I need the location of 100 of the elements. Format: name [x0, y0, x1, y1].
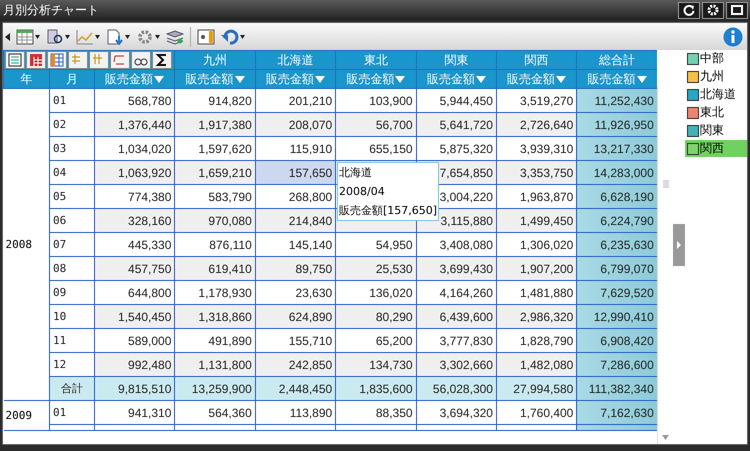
- table-cell: 328,160: [94, 208, 175, 232]
- table-cell: 1,178,930: [174, 280, 256, 304]
- settings-button[interactable]: [702, 2, 724, 18]
- table-cell: 992,480: [94, 352, 175, 376]
- year-label: 2008: [6, 238, 32, 251]
- month-label: 合計: [50, 376, 94, 400]
- table-cell: 113,890: [255, 400, 336, 424]
- table-icon: [16, 28, 34, 44]
- database-search-icon: [46, 28, 64, 44]
- table-cell: 56,700: [336, 112, 416, 136]
- table-cell: 568,780: [94, 88, 175, 112]
- table-cell: 1,131,800: [174, 352, 256, 376]
- table-cell: 9,815,510: [94, 376, 175, 400]
- table-cell: 80,290: [336, 304, 416, 328]
- table-cell: 111,382,340: [576, 376, 657, 400]
- table-cell: 1,481,880: [496, 280, 577, 304]
- table-cell: 491,890: [174, 328, 256, 352]
- table-cell: 914,820: [174, 88, 256, 112]
- table-cell: 54,950: [336, 232, 416, 256]
- legend-item[interactable]: 中部: [685, 50, 747, 67]
- table-cell: 89,750: [255, 256, 336, 280]
- table-cell: 1,318,860: [174, 304, 256, 328]
- gear-icon: [136, 28, 154, 44]
- table-cell: 970,080: [174, 208, 256, 232]
- legend-item[interactable]: 関西: [685, 140, 747, 157]
- table-cell: 1,063,920: [94, 160, 175, 184]
- column-header: 総合計: [576, 50, 657, 70]
- table-cell: 7,629,520: [576, 280, 657, 304]
- column-header: 東北: [336, 50, 416, 70]
- legend-label: 東北: [700, 104, 724, 121]
- table-cell: 214,840: [255, 208, 336, 232]
- table-cell: 242,850: [255, 352, 336, 376]
- measure-dropdown[interactable]: 販売金額: [94, 70, 175, 88]
- table-cell: 3,302,660: [416, 352, 496, 376]
- table-cell: 6,908,420: [576, 328, 657, 352]
- gauge-icon: [197, 28, 215, 44]
- undo-icon: [221, 28, 239, 44]
- table-cell: 5,944,450: [416, 88, 496, 112]
- measure-dropdown[interactable]: 販売金額: [336, 70, 416, 88]
- left-triangle-icon: [5, 32, 10, 40]
- table-cell: 3,353,750: [496, 160, 577, 184]
- grid-tool-button[interactable]: [152, 51, 172, 69]
- legend-item[interactable]: 九州: [685, 68, 747, 85]
- month-label: 02: [50, 112, 94, 136]
- down-triangle-icon: [662, 435, 669, 440]
- table-cell: 208,070: [255, 112, 336, 136]
- table-cell: 7,162,630: [576, 400, 657, 424]
- refresh-button[interactable]: [678, 2, 700, 18]
- legend-label: 関東: [700, 122, 724, 139]
- table-cell: 3,777,830: [416, 328, 496, 352]
- maximize-icon: [731, 4, 743, 16]
- measure-dropdown[interactable]: 販売金額: [255, 70, 336, 88]
- measure-dropdown[interactable]: 販売金額: [576, 70, 657, 88]
- measure-dropdown[interactable]: 販売金額: [416, 70, 496, 88]
- line-chart-icon: [76, 28, 94, 44]
- table-cell: 445,330: [94, 232, 175, 256]
- column-header: 関東: [416, 50, 496, 70]
- legend-label: 北海道: [700, 86, 736, 103]
- column-header: 北海道: [255, 50, 336, 70]
- column-header: 関西: [496, 50, 577, 70]
- table-cell: 5,641,720: [416, 112, 496, 136]
- table-cell: 1,963,870: [496, 184, 577, 208]
- maximize-button[interactable]: [726, 2, 748, 18]
- table-cell: 155,710: [255, 328, 336, 352]
- legend-item[interactable]: 東北: [685, 104, 747, 121]
- table-cell: 11,926,950: [576, 112, 657, 136]
- table-cell: 564,360: [174, 400, 256, 424]
- list-icon: [8, 53, 22, 67]
- grid-tool-button[interactable]: [5, 51, 25, 69]
- month-label: 09: [50, 280, 94, 304]
- table-cell: 157,650: [255, 160, 336, 184]
- month-label: 05: [50, 184, 94, 208]
- table-cell: 13,259,900: [174, 376, 256, 400]
- table-cell: 7,286,600: [576, 352, 657, 376]
- table-cell: 23,630: [255, 280, 336, 304]
- month-label: 04: [50, 160, 94, 184]
- table-cell: 1,482,080: [496, 352, 577, 376]
- table-cell: 6,628,190: [576, 184, 657, 208]
- month-label: 08: [50, 256, 94, 280]
- table-cell: 589,000: [94, 328, 175, 352]
- grid-tool-button[interactable]: [131, 51, 151, 69]
- table-cell: 2,726,640: [496, 112, 577, 136]
- measure-dropdown[interactable]: 販売金額: [174, 70, 256, 88]
- document-down-arrow-icon: [106, 28, 124, 44]
- measure-dropdown[interactable]: 販売金額: [496, 70, 577, 88]
- sigma-icon: [155, 53, 169, 67]
- table-cell: 103,900: [336, 88, 416, 112]
- legend-item[interactable]: 関東: [685, 122, 747, 139]
- table-cell: 1,828,790: [496, 328, 577, 352]
- caret-icon: [35, 34, 40, 38]
- table-cell: 2,986,320: [496, 304, 577, 328]
- table-cell: 583,790: [174, 184, 256, 208]
- table-cell: 115,910: [255, 136, 336, 160]
- legend-item[interactable]: 北海道: [685, 86, 747, 103]
- caret-icon: [155, 34, 160, 38]
- table-cell: 88,350: [336, 400, 416, 424]
- info-button[interactable]: [723, 26, 743, 48]
- expand-handle[interactable]: [673, 224, 685, 266]
- table-cell: 3,519,270: [496, 88, 577, 112]
- table-cell: 644,800: [94, 280, 175, 304]
